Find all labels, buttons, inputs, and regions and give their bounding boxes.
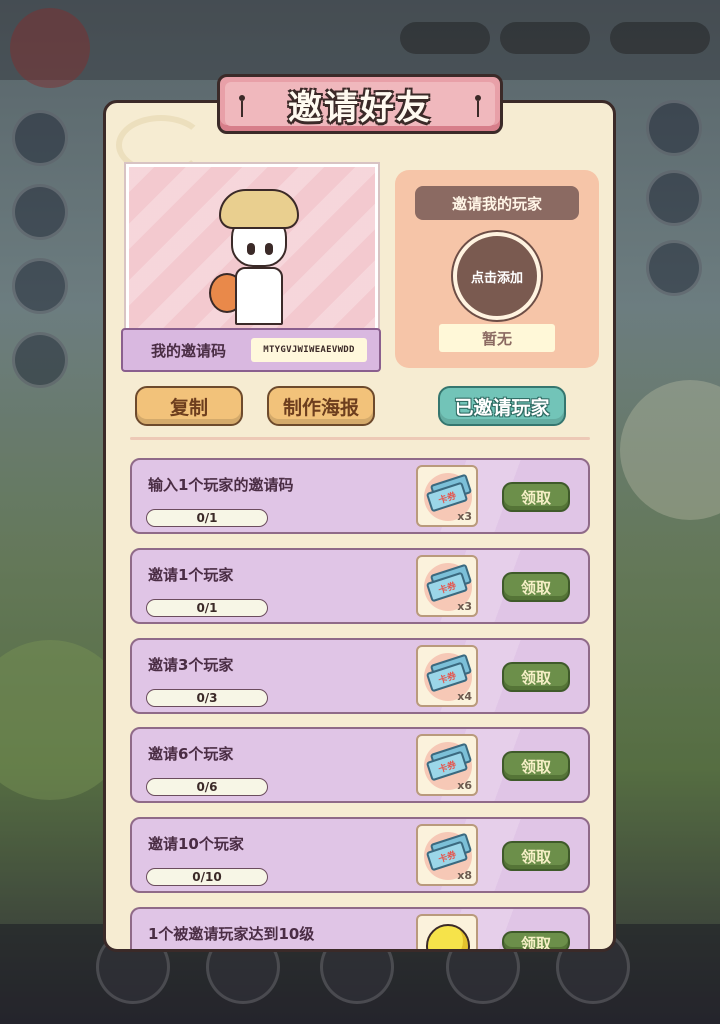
reward-slot: 卡券 x3 xyxy=(416,555,478,617)
reward-quantity: x3 xyxy=(457,510,472,523)
reward-slot: 卡券 x4 xyxy=(416,645,478,707)
task-title: 邀请10个玩家 xyxy=(148,835,244,853)
task-title: 输入1个玩家的邀请码 xyxy=(148,476,294,494)
task-title: 邀请6个玩家 xyxy=(148,745,234,763)
my-invite-code-bar: 我的邀请码 MTYGVJWIWEAEVWDD xyxy=(121,328,381,372)
character-eye xyxy=(247,243,255,255)
reward-quantity: x8 xyxy=(457,869,472,882)
reward-quantity: x4 xyxy=(457,690,472,703)
task-title: 邀请3个玩家 xyxy=(148,656,234,674)
task-row: 输入1个玩家的邀请码 0/1 卡券 x3 领取 xyxy=(130,458,590,534)
reward-slot: 卡券 x6 xyxy=(416,734,478,796)
dialog-title: 邀请好友 xyxy=(288,87,432,128)
claim-button[interactable]: 领取 xyxy=(502,482,570,512)
task-row: 邀请6个玩家 0/6 卡券 x6 领取 xyxy=(130,727,590,803)
task-title: 1个被邀请玩家达到10级 xyxy=(148,925,315,943)
task-row: 邀请10个玩家 0/10 卡券 x8 领取 xyxy=(130,817,590,893)
copy-code-button[interactable]: 复制 xyxy=(135,386,243,426)
task-progress: 0/1 xyxy=(146,509,268,527)
player-avatar-card xyxy=(124,162,380,336)
add-inviter-button[interactable]: 点击添加 xyxy=(453,232,541,320)
claim-button[interactable]: 领取 xyxy=(502,572,570,602)
reward-quantity: x3 xyxy=(457,600,472,613)
task-title: 邀请1个玩家 xyxy=(148,566,234,584)
task-progress: 0/10 xyxy=(146,868,268,886)
task-progress: 0/3 xyxy=(146,689,268,707)
task-row: 1个被邀请玩家达到10级 领取 xyxy=(130,907,590,949)
task-progress: 0/6 xyxy=(146,778,268,796)
my-invite-code-value: MTYGVJWIWEAEVWDD xyxy=(251,338,367,362)
inviter-status: 暂无 xyxy=(439,324,555,352)
character-eye xyxy=(265,243,273,255)
my-invite-code-label: 我的邀请码 xyxy=(151,341,227,360)
invited-players-button[interactable]: 已邀请玩家 xyxy=(438,386,566,426)
claim-button[interactable]: 领取 xyxy=(502,662,570,692)
pin-icon xyxy=(238,95,246,119)
reward-slot xyxy=(416,914,478,949)
reward-quantity: x6 xyxy=(457,779,472,792)
inviter-card: 邀请我的玩家 点击添加 暂无 xyxy=(395,170,599,368)
add-inviter-label: 点击添加 xyxy=(470,270,523,286)
task-progress: 0/1 xyxy=(146,599,268,617)
task-row: 邀请3个玩家 0/3 卡券 x4 领取 xyxy=(130,638,590,714)
dialog-title-banner: 邀请好友 xyxy=(217,74,503,134)
character-shirt xyxy=(235,267,283,325)
character-hair xyxy=(219,189,299,229)
player-character-avatar xyxy=(209,189,309,331)
gold-coin-icon xyxy=(426,924,470,949)
pin-icon xyxy=(474,95,482,119)
make-poster-button[interactable]: 制作海报 xyxy=(267,386,375,426)
claim-button[interactable]: 领取 xyxy=(502,751,570,781)
inviter-card-header: 邀请我的玩家 xyxy=(415,186,579,220)
reward-slot: 卡券 x8 xyxy=(416,824,478,886)
section-divider xyxy=(130,437,590,440)
reward-slot: 卡券 x3 xyxy=(416,465,478,527)
task-row: 邀请1个玩家 0/1 卡券 x3 领取 xyxy=(130,548,590,624)
claim-button[interactable]: 领取 xyxy=(502,841,570,871)
claim-button[interactable]: 领取 xyxy=(502,931,570,949)
